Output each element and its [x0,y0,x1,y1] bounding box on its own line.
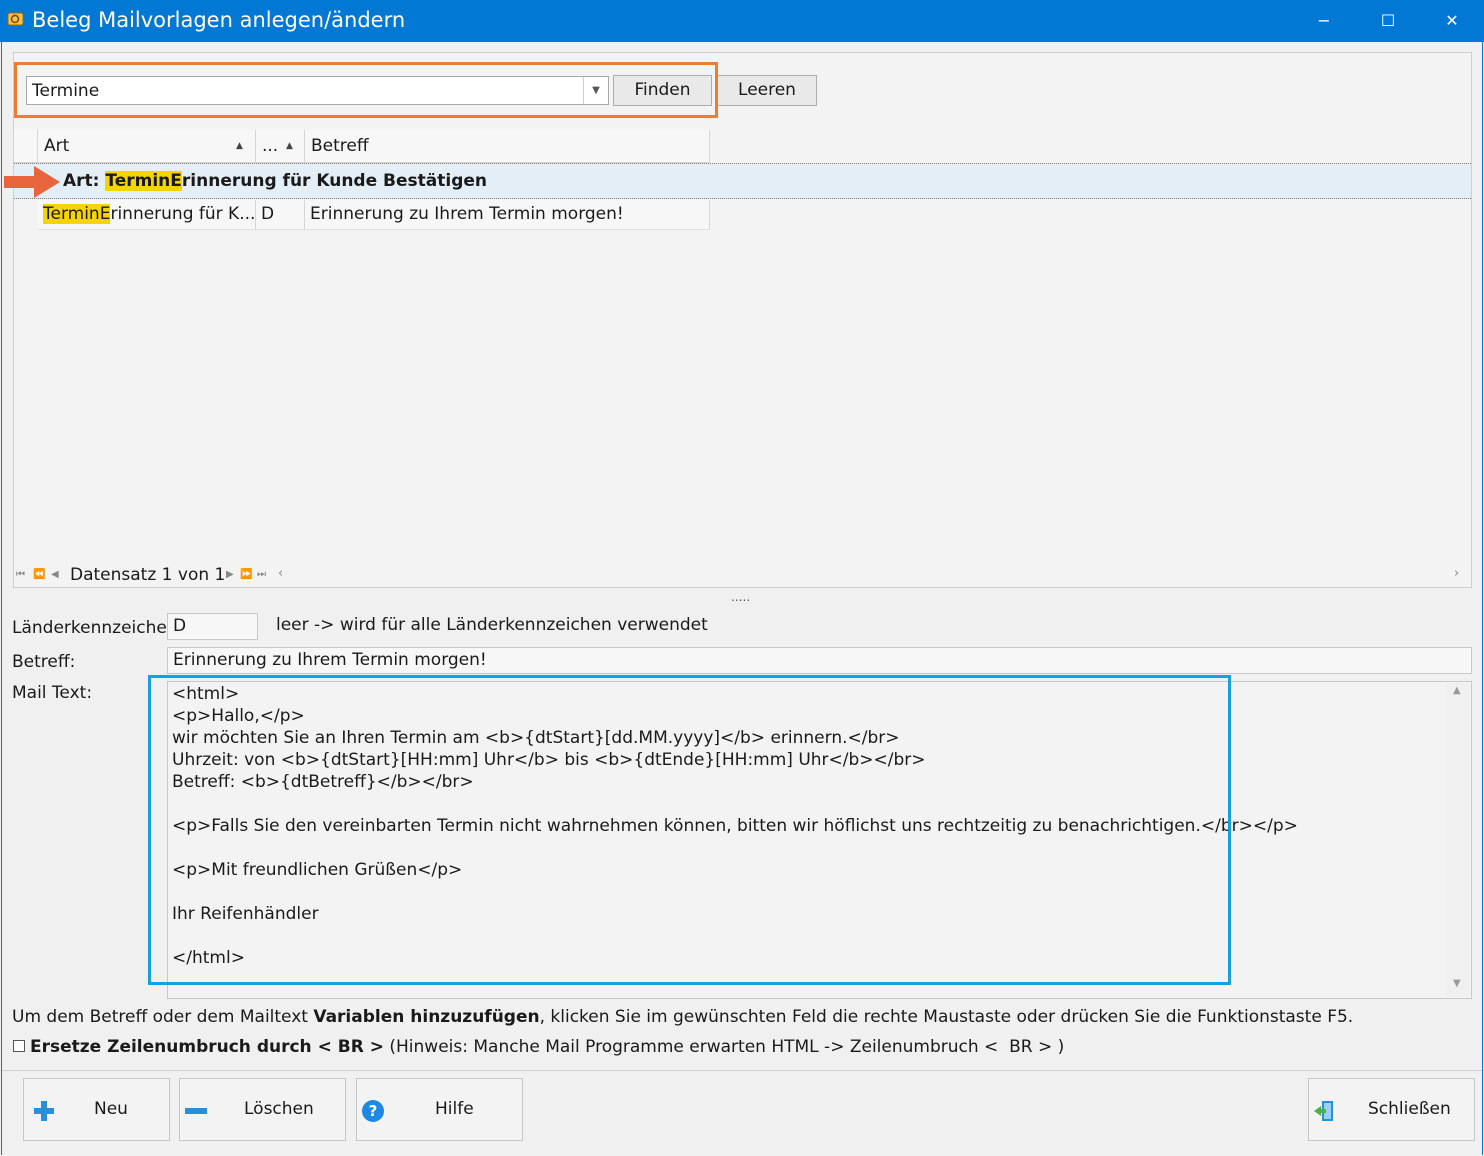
cell-art-highlight-termin: Termin [43,204,100,224]
first-record-icon[interactable]: ⏮ [16,569,25,580]
help-button-label: Hilfe [435,1099,474,1119]
scroll-down-icon[interactable]: ▼ [1453,978,1461,989]
delete-button-label: Löschen [244,1099,314,1119]
app-icon [7,12,24,26]
new-button[interactable]: Neu [23,1078,170,1141]
cell-art: TerminErinnerung für K... [38,200,256,229]
help-button[interactable]: ? Hilfe [356,1078,523,1141]
country-label: Länderkennzeichen [12,618,178,638]
record-count: Datensatz 1 von 1 [70,565,226,585]
splitter-handle[interactable]: ..... [731,590,750,604]
column-header-art-label: Art [44,136,70,156]
group-highlight-termin: Termin [105,171,171,191]
plus-icon [34,1101,54,1121]
close-button-label: Schließen [1368,1099,1451,1119]
close-window-button[interactable]: ✕ [1420,0,1484,42]
group-highlight-e: E [170,171,182,191]
sort-asc-icon: ▲ [286,141,293,151]
column-header-art[interactable]: Art ▲ [38,130,256,162]
subject-label: Betreff: [12,652,76,672]
minus-icon [185,1108,207,1114]
header-indicator-cell [14,130,38,162]
group-prefix: Art: [63,171,106,191]
title-bar: Beleg Mailvorlagen anlegen/ändern − ☐ ✕ [0,0,1484,42]
cell-art-rest: rinnerung für K... [110,204,256,224]
new-button-label: Neu [94,1099,128,1119]
exit-door-icon [1314,1101,1333,1121]
checkbox-label-bold: Ersetze Zeilenumbruch durch < BR > [30,1037,384,1057]
group-row-label: Art: TerminErinnerung für Kunde Bestätig… [63,171,487,191]
close-button[interactable]: Schließen [1308,1078,1475,1141]
info-text: Um dem Betreff oder dem Mailtext Variabl… [12,1007,1353,1027]
info-part1: Um dem Betreff oder dem Mailtext [12,1007,314,1027]
last-record-icon[interactable]: ⏭ [257,569,266,580]
checkbox-label[interactable]: Ersetze Zeilenumbruch durch < BR > (Hinw… [30,1037,1064,1057]
mail-scrollbar[interactable]: ▲ ▼ [1446,683,1470,997]
minimize-button[interactable]: − [1292,0,1356,42]
cell-code: D [256,200,305,229]
svg-text:?: ? [369,1102,378,1120]
delete-button[interactable]: Löschen [179,1078,346,1141]
cell-art-highlight-e: E [99,204,111,224]
next-page-icon[interactable]: ⏩ [240,569,252,580]
maximize-button[interactable]: ☐ [1356,0,1420,42]
prev-record-icon[interactable]: ◀ [51,569,59,580]
prev-page-icon[interactable]: ⏪ [33,569,45,580]
clear-button[interactable]: Leeren [717,75,817,106]
info-part2: Variablen hinzuzufügen [313,1007,540,1027]
replace-linebreak-checkbox[interactable] [13,1040,25,1052]
column-header-betreff[interactable]: Betreff [305,130,710,162]
arrow-pointer-icon [4,166,60,198]
scroll-up-icon[interactable]: ▲ [1453,685,1461,696]
window-title: Beleg Mailvorlagen anlegen/ändern [32,8,406,32]
sort-asc-icon: ▲ [236,141,243,151]
subject-field[interactable]: Erinnerung zu Ihrem Termin morgen! [167,647,1472,674]
cell-betreff: Erinnerung zu Ihrem Termin morgen! [305,200,710,229]
help-icon: ? [362,1100,384,1122]
info-part3: , klicken Sie im gewünschten Feld die re… [539,1007,1354,1027]
column-header-code-label: ... [262,136,279,156]
group-rest: rinnerung für Kunde Bestätigen [181,171,488,191]
column-header-code[interactable]: ... ▲ [256,130,305,162]
scroll-left-icon[interactable]: ‹ [278,566,283,581]
next-record-icon[interactable]: ▶ [226,569,234,580]
scroll-right-icon[interactable]: › [1454,566,1459,581]
country-field[interactable]: D [167,613,258,640]
country-hint: leer -> wird für alle Länderkennzeichen … [276,615,708,635]
blue-highlight-frame [148,675,1231,985]
column-header-betreff-label: Betreff [311,136,369,156]
mail-text-label: Mail Text: [12,683,93,703]
checkbox-hint: (Hinweis: Manche Mail Programme erwarten… [383,1037,1065,1057]
orange-highlight-frame [14,62,718,118]
